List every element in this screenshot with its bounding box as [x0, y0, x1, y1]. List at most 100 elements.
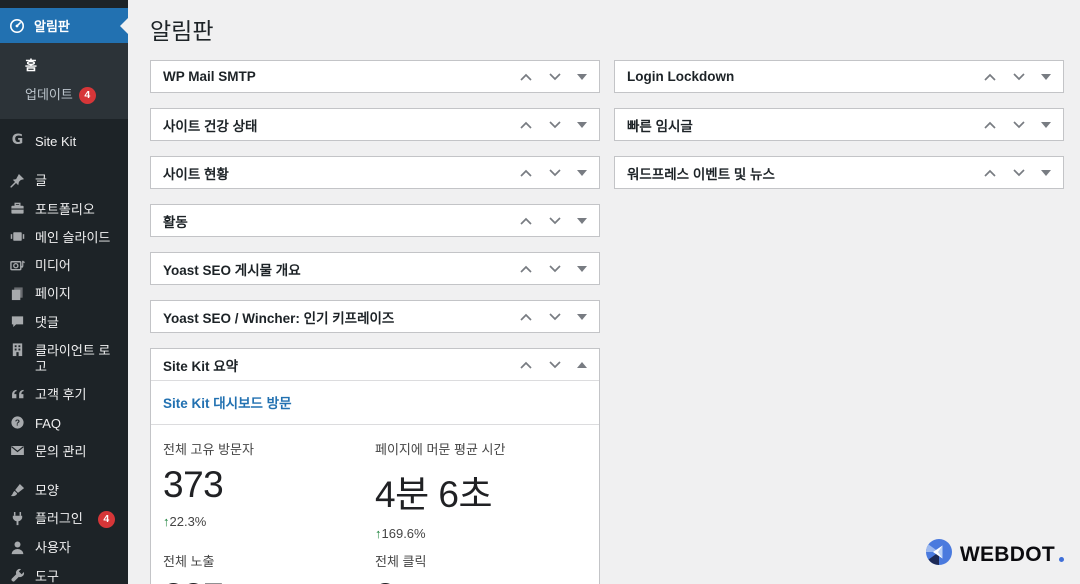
move-down-icon[interactable]	[1012, 72, 1026, 82]
stat-label: 전체 고유 방문자	[163, 439, 371, 458]
move-down-icon[interactable]	[548, 264, 562, 274]
move-up-icon[interactable]	[983, 72, 997, 82]
user-icon	[9, 539, 26, 555]
site-kit-dashboard-link[interactable]: Site Kit 대시보드 방문	[163, 396, 292, 411]
move-up-icon[interactable]	[983, 168, 997, 178]
stat-value: 8	[375, 576, 583, 584]
webdot-brand-dot	[1059, 557, 1064, 562]
sidebar-item-site-kit[interactable]: G Site Kit	[0, 128, 128, 156]
envelope-icon	[9, 443, 26, 459]
move-down-icon[interactable]	[1012, 120, 1026, 130]
plugins-count-badge: 4	[98, 511, 115, 528]
widget-title: 사이트 건강 상태	[163, 115, 257, 135]
toggle-panel-icon[interactable]	[577, 218, 587, 224]
paintbrush-icon	[9, 482, 26, 498]
move-down-icon[interactable]	[1012, 168, 1026, 178]
sidebar-item-faq[interactable]: ? FAQ	[0, 410, 128, 438]
move-up-icon[interactable]	[519, 72, 533, 82]
move-down-icon[interactable]	[548, 312, 562, 322]
stat-value: 4분 6초	[375, 464, 583, 518]
move-up-icon[interactable]	[519, 168, 533, 178]
widget-title: WP Mail SMTP	[163, 69, 256, 84]
page-title: 알림판	[150, 10, 1064, 50]
sidebar-item-portfolio[interactable]: 포트폴리오	[0, 196, 128, 224]
move-up-icon[interactable]	[983, 120, 997, 130]
sidebar-item-dashboard[interactable]: 알림판	[0, 8, 128, 43]
toggle-panel-icon[interactable]	[577, 74, 587, 80]
widget-title: 사이트 현황	[163, 163, 229, 183]
sidebar-item-home[interactable]: 홈	[0, 50, 128, 79]
sidebar-item-client-logos[interactable]: 클라이언트 로고	[0, 337, 128, 382]
google-g-icon: G	[9, 133, 26, 149]
site-kit-body: Site Kit 대시보드 방문 전체 고유 방문자 373 ↑22.3% 페이…	[151, 380, 599, 584]
move-up-icon[interactable]	[519, 216, 533, 226]
stat-total-impressions: 전체 노출 237	[163, 543, 375, 584]
sidebar-item-tools[interactable]: 도구	[0, 563, 128, 584]
toggle-panel-icon[interactable]	[577, 266, 587, 272]
sidebar-item-main-slide[interactable]: 메인 슬라이드	[0, 224, 128, 252]
sidebar-item-label: 알림판	[34, 16, 70, 35]
stat-unique-visitors: 전체 고유 방문자 373 ↑22.3%	[163, 431, 375, 543]
widget-at-a-glance: 사이트 현황	[150, 156, 600, 189]
sidebar-item-users[interactable]: 사용자	[0, 534, 128, 562]
stat-total-clicks: 전체 클릭 8	[375, 543, 587, 584]
wordpress-admin: 알림판 홈 업데이트4 G Site Kit 글 포트폴리오	[0, 0, 1080, 584]
stat-change: 169.6%	[382, 526, 426, 541]
widget-site-health: 사이트 건강 상태	[150, 108, 600, 141]
widget-title: Yoast SEO 게시물 개요	[163, 259, 301, 279]
admin-sidebar: 알림판 홈 업데이트4 G Site Kit 글 포트폴리오	[0, 0, 128, 584]
toggle-panel-icon[interactable]	[577, 314, 587, 320]
comment-bubble-icon	[9, 314, 26, 330]
question-circle-icon: ?	[9, 415, 26, 431]
sidebar-item-appearance[interactable]: 모양	[0, 477, 128, 505]
sidebar-item-media[interactable]: 미디어	[0, 252, 128, 280]
sidebar-item-plugins[interactable]: 플러그인 4	[0, 505, 128, 534]
move-up-icon[interactable]	[519, 120, 533, 130]
move-down-icon[interactable]	[548, 72, 562, 82]
sidebar-item-comments[interactable]: 댓글	[0, 309, 128, 337]
move-down-icon[interactable]	[548, 360, 562, 370]
webdot-wordmark: WEBDOT	[960, 543, 1055, 567]
widget-title: 활동	[163, 211, 188, 231]
toggle-panel-icon[interactable]	[577, 122, 587, 128]
toggle-panel-icon[interactable]	[577, 170, 587, 176]
stat-change: 22.3%	[170, 514, 207, 529]
widget-title: 워드프레스 이벤트 및 뉴스	[627, 163, 775, 183]
move-up-icon[interactable]	[519, 264, 533, 274]
wrench-icon	[9, 568, 26, 584]
move-up-icon[interactable]	[519, 312, 533, 322]
sidebar-item-testimonials[interactable]: 고객 후기	[0, 381, 128, 409]
toggle-panel-icon[interactable]	[1041, 170, 1051, 176]
widget-wp-mail-smtp: WP Mail SMTP	[150, 60, 600, 93]
widget-yoast-posts-overview: Yoast SEO 게시물 개요	[150, 252, 600, 285]
stat-label: 전체 클릭	[375, 551, 583, 570]
slides-icon	[9, 229, 26, 245]
sidebar-item-pages[interactable]: 페이지	[0, 280, 128, 308]
sidebar-item-updates[interactable]: 업데이트4	[0, 79, 128, 109]
sidebar-item-posts[interactable]: 글	[0, 167, 128, 195]
move-down-icon[interactable]	[548, 168, 562, 178]
move-up-icon[interactable]	[519, 360, 533, 370]
quote-icon	[9, 386, 26, 402]
webdot-brand: WEBDOT	[925, 538, 1064, 571]
move-down-icon[interactable]	[548, 216, 562, 226]
media-camera-icon	[9, 257, 26, 273]
toggle-panel-icon[interactable]	[1041, 122, 1051, 128]
stat-value: 237	[163, 576, 371, 584]
widget-wp-events-news: 워드프레스 이벤트 및 뉴스	[614, 156, 1064, 189]
pages-icon	[9, 285, 26, 301]
widget-site-kit-summary: Site Kit 요약 Site Kit 대시보드 방문	[150, 348, 600, 584]
widget-title: Site Kit 요약	[163, 355, 238, 375]
widget-login-lockdown: Login Lockdown	[614, 60, 1064, 93]
move-down-icon[interactable]	[548, 120, 562, 130]
widget-title: 빠른 임시글	[627, 115, 693, 135]
toggle-panel-icon[interactable]	[577, 362, 587, 368]
dashboard-submenu: 홈 업데이트4	[0, 43, 128, 119]
stat-value: 373	[163, 464, 371, 506]
widget-activity: 활동	[150, 204, 600, 237]
svg-text:?: ?	[15, 418, 20, 428]
updates-count-badge: 4	[79, 87, 96, 104]
toggle-panel-icon[interactable]	[1041, 74, 1051, 80]
stat-label: 전체 노출	[163, 551, 371, 570]
sidebar-item-inquiries[interactable]: 문의 관리	[0, 438, 128, 466]
